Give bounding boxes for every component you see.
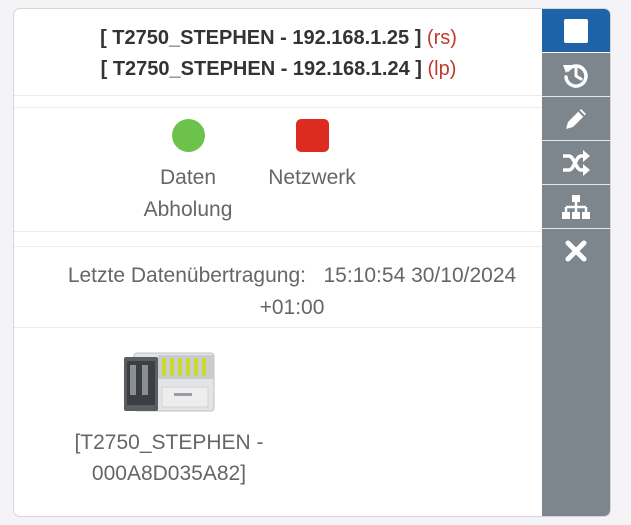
- header-line-rs: [ T2750_STEPHEN - 192.168.1.25 ] (rs): [14, 23, 543, 54]
- status-label: Daten Abholung: [143, 166, 233, 221]
- pencil-icon: [566, 108, 586, 129]
- device-card[interactable]: [T2750_STEPHEN - 000A8D035A82]: [54, 349, 284, 489]
- status-netzwerk: Netzwerk: [257, 119, 367, 194]
- sitemap-button[interactable]: [542, 185, 610, 229]
- last-transfer-label: Letzte Datenübertragung:: [67, 264, 306, 287]
- header-tag-lp: (lp): [427, 58, 457, 80]
- status-indicator-red: [295, 119, 329, 152]
- divider: [14, 246, 543, 247]
- select-button[interactable]: [542, 9, 610, 53]
- divider: [14, 231, 543, 232]
- device-panel: [ T2750_STEPHEN - 192.168.1.25 ] (rs) [ …: [13, 8, 611, 517]
- divider: [14, 327, 543, 328]
- history-button[interactable]: [542, 53, 610, 97]
- header-name-rs: [ T2750_STEPHEN - 192.168.1.25 ]: [100, 27, 422, 49]
- close-icon: [565, 240, 587, 262]
- divider: [14, 107, 543, 108]
- shuffle-icon: [563, 149, 590, 176]
- action-sidebar: [542, 9, 610, 516]
- close-button[interactable]: [542, 229, 610, 273]
- header-line-lp: [ T2750_STEPHEN - 192.168.1.24 ] (lp): [14, 54, 543, 85]
- square-icon: [564, 18, 588, 43]
- header-tag-rs: (rs): [426, 27, 457, 49]
- last-transfer: Letzte Datenübertragung: 15:10:54 30/10/…: [42, 260, 542, 324]
- divider: [14, 95, 543, 96]
- device-header: [ T2750_STEPHEN - 192.168.1.25 ] (rs) [ …: [14, 23, 543, 85]
- shuffle-button[interactable]: [542, 141, 610, 185]
- device-name: [T2750_STEPHEN - 000A8D035A82]: [74, 431, 264, 485]
- status-indicator-green: [171, 119, 205, 152]
- history-icon: [563, 63, 588, 88]
- status-daten-abholung: Daten Abholung: [133, 119, 243, 226]
- controller-device-image: [124, 352, 215, 412]
- status-label: Netzwerk: [268, 166, 356, 189]
- sitemap-icon: [562, 194, 590, 219]
- header-name-lp: [ T2750_STEPHEN - 192.168.1.24 ]: [100, 58, 422, 80]
- edit-button[interactable]: [542, 97, 610, 141]
- panel-content: [ T2750_STEPHEN - 192.168.1.25 ] (rs) [ …: [14, 9, 543, 516]
